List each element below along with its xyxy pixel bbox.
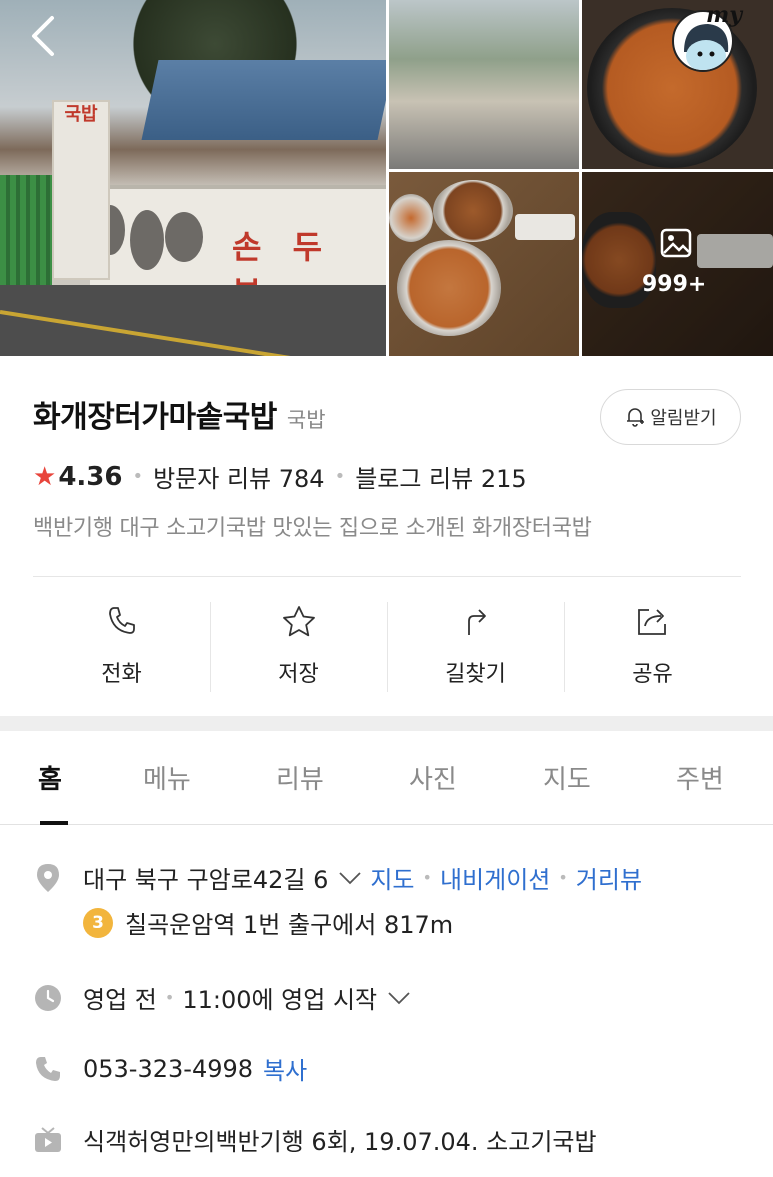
hours-status: 영업 전 bbox=[83, 986, 157, 1014]
sign-text: 국밥 bbox=[64, 104, 98, 125]
active-tab-indicator bbox=[40, 821, 68, 825]
directions-icon bbox=[467, 609, 486, 635]
clock-icon bbox=[33, 983, 63, 1013]
phone-icon bbox=[108, 607, 135, 634]
blog-review-link[interactable]: 블로그 리뷰 215 bbox=[355, 459, 526, 494]
chevron-down-icon[interactable] bbox=[338, 871, 362, 885]
rating-row: ★ 4.36 • 방문자 리뷰 784 • 블로그 리뷰 215 bbox=[33, 459, 527, 494]
action-bar: 전화 저장 길찾기 공유 bbox=[33, 600, 741, 696]
visitor-review-link[interactable]: 방문자 리뷰 784 bbox=[153, 459, 324, 494]
subway-text: 칠곡운암역 1번 출구에서 817m bbox=[125, 911, 454, 939]
directions-button[interactable]: 길찾기 bbox=[387, 600, 564, 696]
copy-button[interactable]: 복사 bbox=[263, 1051, 307, 1086]
chevron-down-icon[interactable] bbox=[387, 991, 411, 1005]
save-button[interactable]: 저장 bbox=[210, 600, 387, 696]
place-description: 백반기행 대구 소고기국밥 맛있는 집으로 소개된 화개장터국밥 bbox=[33, 516, 592, 541]
notify-label: 알림받기 bbox=[650, 408, 717, 429]
separator-dot: • bbox=[422, 868, 432, 887]
rating-score: 4.36 bbox=[58, 461, 123, 492]
phone-row: 053-323-4998 복사 bbox=[33, 1051, 307, 1086]
tab-home[interactable]: 홈 bbox=[38, 759, 62, 796]
share-label: 공유 bbox=[632, 662, 673, 687]
section-divider bbox=[0, 716, 773, 731]
subway-row: 3 칠곡운암역 1번 출구에서 817m bbox=[83, 905, 453, 940]
divider bbox=[33, 576, 741, 577]
navigation-link[interactable]: 내비게이션 bbox=[440, 860, 550, 895]
bowl-shape bbox=[433, 180, 513, 242]
photo-overlay bbox=[582, 172, 773, 356]
location-pin-icon bbox=[33, 863, 63, 893]
separator-dot: • bbox=[132, 466, 144, 487]
back-button[interactable] bbox=[22, 14, 66, 58]
call-button[interactable]: 전화 bbox=[33, 600, 210, 696]
share-icon bbox=[637, 609, 666, 635]
tab-reviews[interactable]: 리뷰 bbox=[276, 759, 324, 796]
more-photos-tile[interactable]: 999+ bbox=[582, 172, 773, 356]
place-header: 화개장터가마솥국밥 국밥 bbox=[33, 392, 326, 436]
place-title: 화개장터가마솥국밥 bbox=[33, 400, 277, 435]
photo-gallery[interactable]: 국밥 손 두 부 999+ bbox=[0, 0, 773, 356]
tab-nearby[interactable]: 주변 bbox=[676, 759, 724, 796]
my-label: my bbox=[706, 2, 743, 28]
address-row: 대구 북구 구암로42길 6 지도 • 내비게이션 • 거리뷰 bbox=[33, 860, 642, 895]
phone-number[interactable]: 053-323-4998 bbox=[83, 1055, 253, 1083]
separator-dot: • bbox=[164, 988, 175, 1007]
image-icon bbox=[660, 228, 692, 258]
notify-button[interactable]: 알림받기 bbox=[600, 389, 741, 445]
hours-text: 11:00에 영업 시작 bbox=[182, 986, 378, 1014]
alley-photo[interactable] bbox=[389, 0, 579, 169]
fence-shape bbox=[0, 175, 52, 285]
vertical-sign bbox=[52, 100, 110, 280]
map-link[interactable]: 지도 bbox=[370, 860, 414, 895]
wall-stain bbox=[165, 212, 203, 262]
address-text: 대구 북구 구암로42길 6 bbox=[83, 866, 329, 894]
photo-count: 999+ bbox=[642, 272, 707, 297]
directions-label: 길찾기 bbox=[445, 662, 506, 687]
separator-dot: • bbox=[334, 466, 346, 487]
table-photo[interactable] bbox=[389, 172, 579, 356]
tab-menu[interactable]: 메뉴 bbox=[143, 759, 191, 796]
separator-dot: • bbox=[558, 868, 568, 887]
star-outline-icon bbox=[282, 606, 315, 637]
hours-row[interactable]: 영업 전 • 11:00에 영업 시작 bbox=[33, 980, 419, 1015]
chevron-left-icon bbox=[32, 16, 54, 56]
tv-row: 식객허영만의백반기행 6회, 19.07.04. 소고기국밥 bbox=[33, 1122, 597, 1157]
save-label: 저장 bbox=[278, 662, 319, 687]
tv-info: 식객허영만의백반기행 6회, 19.07.04. 소고기국밥 bbox=[83, 1128, 597, 1156]
tv-icon bbox=[33, 1125, 63, 1155]
tab-bar: 홈 메뉴 리뷰 사진 지도 주변 bbox=[0, 731, 773, 825]
tab-map[interactable]: 지도 bbox=[543, 759, 591, 796]
wall-stain bbox=[130, 210, 164, 270]
call-label: 전화 bbox=[101, 662, 142, 687]
place-category: 국밥 bbox=[286, 408, 326, 432]
bell-plus-icon bbox=[627, 408, 645, 427]
star-icon: ★ bbox=[33, 461, 57, 492]
phone-icon bbox=[33, 1054, 63, 1084]
bowl-shape bbox=[397, 240, 501, 336]
my-profile-button[interactable]: my bbox=[672, 2, 744, 72]
bowl-shape bbox=[389, 194, 433, 242]
tab-photos[interactable]: 사진 bbox=[409, 759, 457, 796]
share-button[interactable]: 공유 bbox=[564, 600, 741, 696]
subway-line-badge: 3 bbox=[83, 907, 113, 938]
roof-shape bbox=[141, 60, 386, 140]
dish-shape bbox=[515, 214, 575, 240]
streetview-link[interactable]: 거리뷰 bbox=[576, 860, 642, 895]
